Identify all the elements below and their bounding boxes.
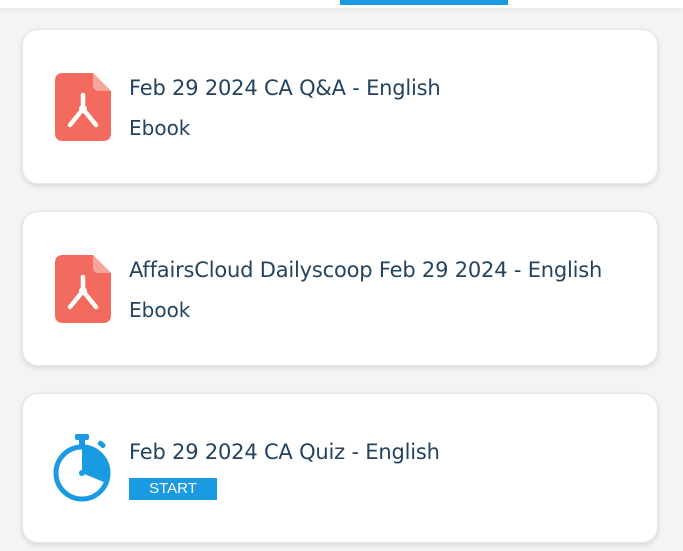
item-title: Feb 29 2024 CA Quiz - English [129,440,440,464]
item-subtitle: Ebook [129,116,191,140]
ebook-card-dailyscoop[interactable]: AffairsCloud Dailyscoop Feb 29 2024 - En… [22,211,658,366]
item-title: Feb 29 2024 CA Q&A - English [129,76,441,100]
item-title: AffairsCloud Dailyscoop Feb 29 2024 - En… [129,258,603,282]
quiz-card[interactable]: Feb 29 2024 CA Quiz - English START [22,393,658,543]
ebook-card-ca-qa[interactable]: Feb 29 2024 CA Q&A - English Ebook [22,29,658,184]
active-tab-indicator [340,0,508,5]
pdf-icon [55,73,111,141]
pdf-icon [55,255,111,323]
item-subtitle: Ebook [129,298,191,322]
start-quiz-button[interactable]: START [129,478,217,500]
stopwatch-icon [53,434,111,502]
